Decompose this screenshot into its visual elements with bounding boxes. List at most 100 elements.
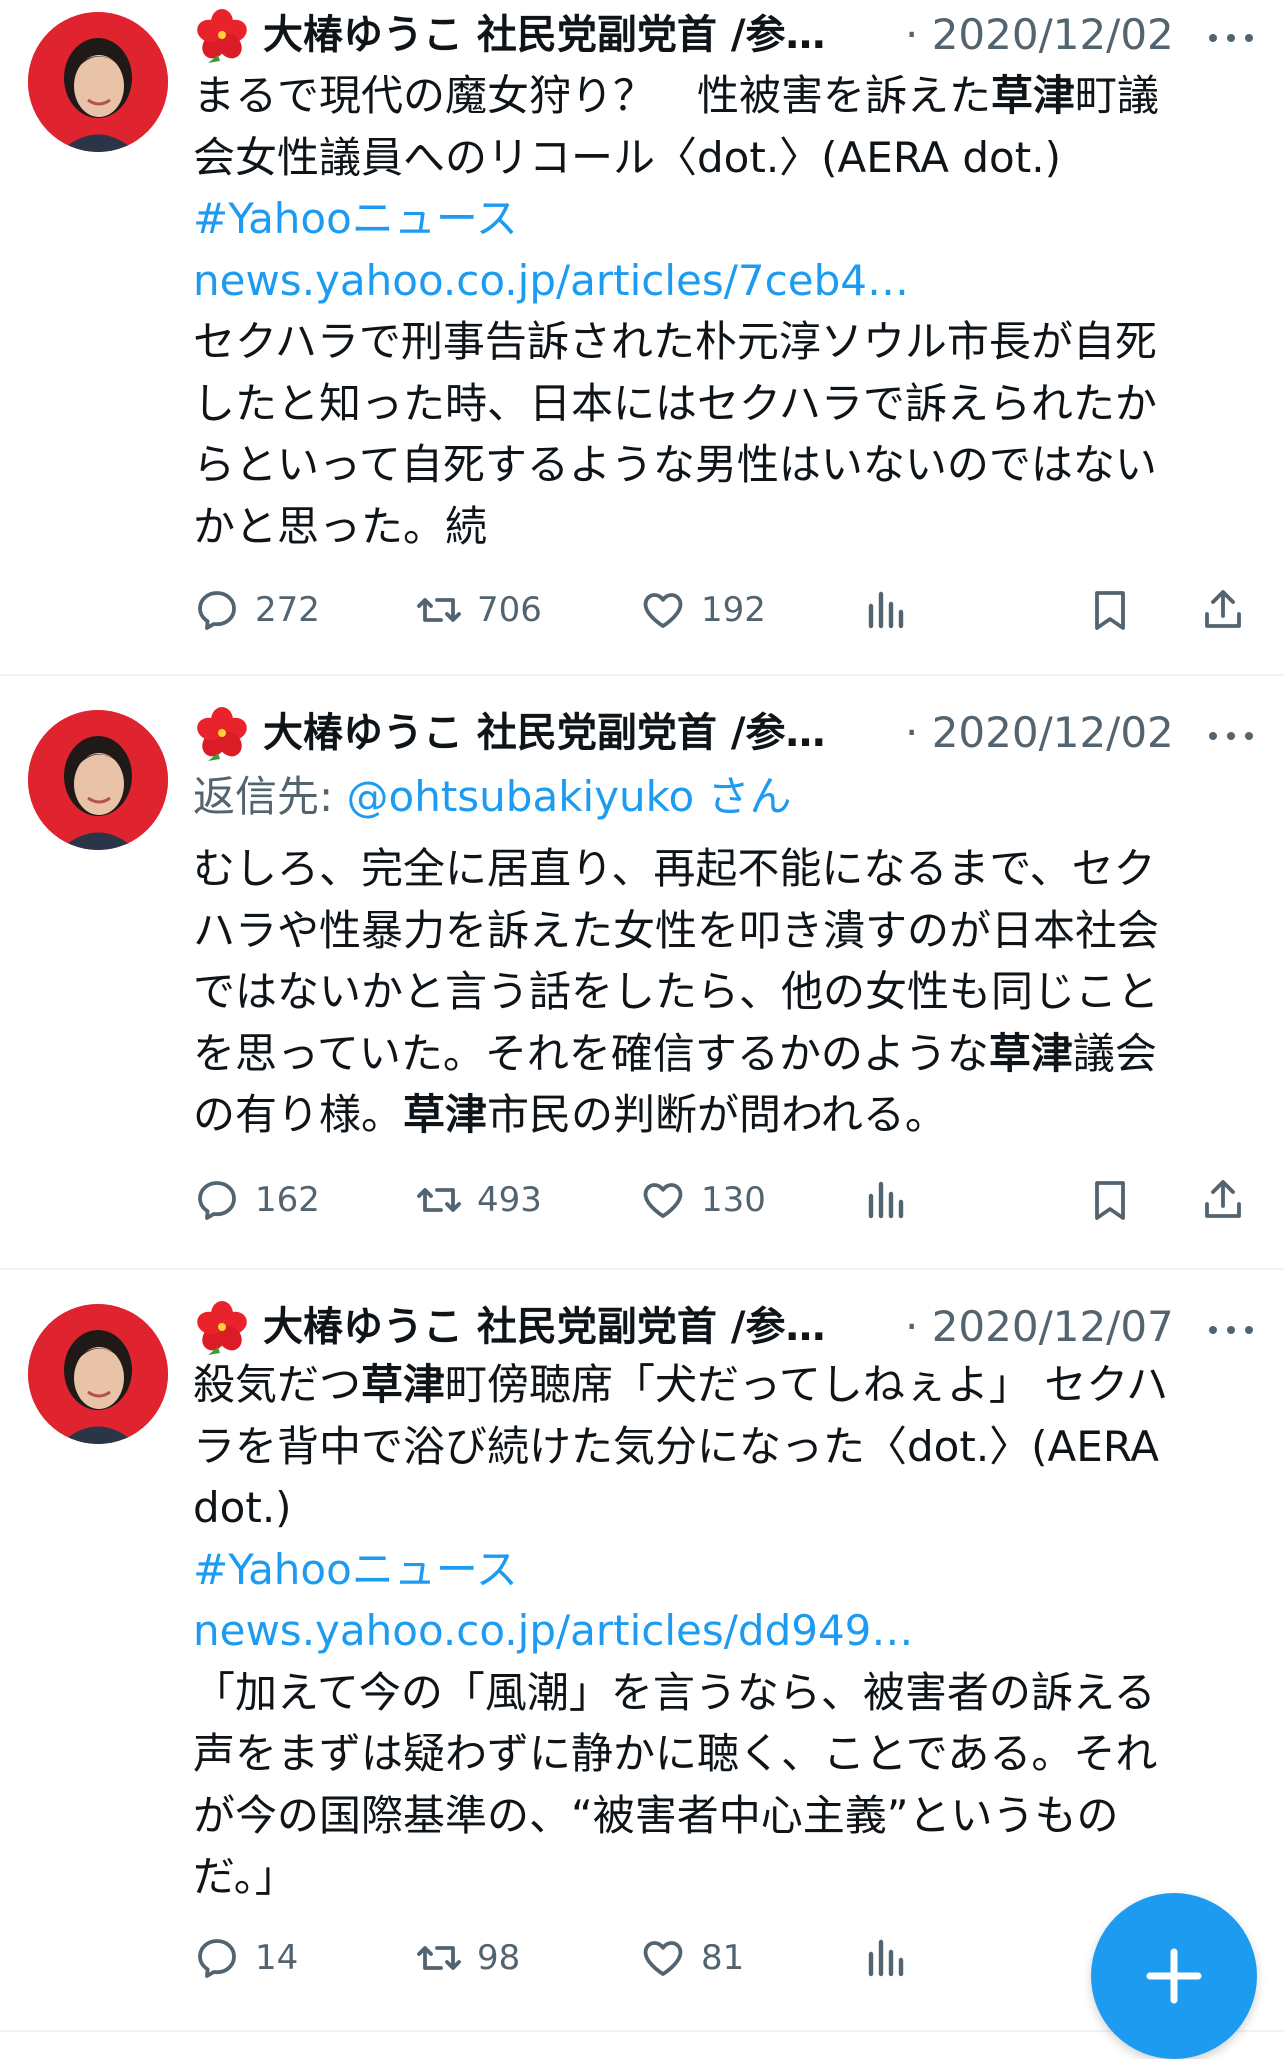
text-line: 会女性議員へのリコール〈dot.〉(AERA dot.) (193, 127, 1253, 189)
like-button[interactable]: 130 (639, 1168, 766, 1232)
views-icon (868, 591, 904, 629)
heart-icon (643, 593, 683, 628)
keyword: 草津 (361, 1360, 446, 1409)
divider (0, 1268, 1284, 1270)
like-count: 81 (701, 1938, 745, 1978)
text-line: の有り様。草津市民の判断が問われる。 (193, 1084, 1253, 1146)
link[interactable]: #Yahooニュース (193, 194, 518, 243)
tweet-header: 大椿ゆうこ 社民党副党首 /参… · 2020/12/02 (193, 704, 1264, 761)
link[interactable]: news.yahoo.co.jp/articles/7ceb4… (193, 256, 909, 305)
text-line: らといって自死するような男性はいないのではない (193, 434, 1253, 496)
text-line: だ。」 (193, 1846, 1253, 1908)
compose-button[interactable] (1091, 1893, 1257, 2059)
tweet[interactable]: 大椿ゆうこ 社民党副党首 /参… · 2020/12/02 まるで現代の魔女狩り… (0, 0, 1284, 674)
keyword: 草津 (403, 1090, 488, 1139)
text-line: news.yahoo.co.jp/articles/7ceb4… (193, 250, 1253, 312)
tweet[interactable]: 大椿ゆうこ 社民党副党首 /参… · 2020/12/02 返信先: @ohts… (0, 698, 1284, 1270)
author-name[interactable]: 大椿ゆうこ 社民党副党首 /参… (263, 1300, 825, 1354)
text-segment: 「加えて今の「風潮」を言うなら、被害者の訴える (193, 1667, 1156, 1717)
text-segment: 会女性議員へのリコール〈dot.〉(AERA dot.) (193, 132, 1061, 182)
more-icon[interactable] (1203, 8, 1263, 62)
text-segment: ハラや性暴力を訴えた女性を叩き潰すのが日本社会 (193, 905, 1160, 955)
share-button[interactable] (1199, 1168, 1247, 1232)
hibiscus-icon (197, 707, 247, 761)
tweet[interactable]: 大椿ゆうこ 社民党副党首 /参… · 2020/12/07 殺気だつ草津町傍聴席… (0, 1292, 1284, 2032)
heart-icon (643, 1941, 683, 1976)
share-icon (1205, 590, 1241, 628)
text-segment: 町議 (1075, 71, 1160, 120)
hibiscus-icon (197, 1301, 247, 1355)
views-button[interactable] (863, 1926, 911, 1990)
like-button[interactable]: 81 (639, 1926, 744, 1990)
retweet-button[interactable]: 98 (415, 1926, 520, 1990)
reply-count: 272 (255, 590, 320, 630)
tweet-date[interactable]: · 2020/12/07 (905, 1300, 1174, 1354)
retweet-icon (417, 1188, 461, 1212)
retweet-button[interactable]: 706 (415, 578, 542, 642)
divider (0, 2030, 1284, 2032)
reply-button[interactable]: 14 (193, 1926, 298, 1990)
views-icon (868, 1939, 904, 1977)
keyword: 草津 (988, 1028, 1073, 1078)
tweet-date[interactable]: · 2020/12/02 (905, 8, 1174, 62)
like-button[interactable]: 192 (639, 578, 766, 642)
author-name[interactable]: 大椿ゆうこ 社民党副党首 /参… (263, 706, 825, 760)
share-icon (1205, 1180, 1241, 1218)
tweet-text: 殺気だつ草津町傍聴席「犬だってしねぇよ」 セクハ ラを背中で浴び続けた気分になった… (193, 1354, 1253, 1908)
text-line: ラを背中で浴び続けた気分になった〈dot.〉(AERA (193, 1416, 1253, 1478)
reply-button[interactable]: 162 (193, 1168, 320, 1232)
text-segment: 殺気だつ (193, 1360, 362, 1409)
divider (0, 674, 1284, 676)
views-button[interactable] (863, 1168, 911, 1232)
tweet-header: 大椿ゆうこ 社民党副党首 /参… · 2020/12/02 (193, 6, 1264, 63)
author-name[interactable]: 大椿ゆうこ 社民党副党首 /参… (263, 8, 825, 62)
link[interactable]: #Yahooニュース (193, 1545, 518, 1594)
avatar[interactable] (28, 1304, 168, 1444)
more-icon[interactable] (1203, 1300, 1263, 1354)
avatar[interactable] (28, 12, 168, 152)
bookmark-icon (1095, 1181, 1125, 1220)
text-line: セクハラで刑事告訴された朴元淳ソウル市長が自死 (193, 311, 1253, 373)
bookmark-button[interactable] (1086, 578, 1134, 642)
views-button[interactable] (863, 578, 911, 642)
hibiscus-icon (197, 9, 247, 63)
reply-icon (198, 1939, 236, 1978)
retweet-icon (417, 1946, 461, 1970)
reply-to-handle[interactable]: @ohtsubakiyuko さん (347, 772, 792, 821)
text-segment: まるで現代の魔女狩り？ 性被害を訴えた (193, 71, 992, 120)
text-line: 殺気だつ草津町傍聴席「犬だってしねぇよ」 セクハ (193, 1354, 1253, 1416)
text-segment: が今の国際基準の、“被害者中心主義”というもの (193, 1790, 1119, 1840)
reply-to-label: 返信先: (193, 772, 347, 821)
heart-icon (643, 1183, 683, 1218)
reply-button[interactable]: 272 (193, 578, 320, 642)
text-segment: 市民の判断が問われる。 (487, 1090, 947, 1139)
text-line: したと知った時、日本にはセクハラで訴えられたか (193, 373, 1253, 435)
text-segment: ではないかと言う話をしたら、他の女性も同じこと (193, 967, 1160, 1016)
text-segment: ラを背中で浴び続けた気分になった〈dot.〉(AERA (193, 1421, 1160, 1471)
avatar[interactable] (28, 710, 168, 850)
text-segment: dot.) (193, 1483, 292, 1532)
tweet-text: まるで現代の魔女狩り？ 性被害を訴えた草津町議 会女性議員へのリコール〈dot.〉… (193, 65, 1253, 557)
link[interactable]: news.yahoo.co.jp/articles/dd949… (193, 1606, 913, 1655)
text-line: dot.) (193, 1477, 1253, 1539)
text-line: かと思った。続 (193, 496, 1253, 558)
bookmark-button[interactable] (1086, 1168, 1134, 1232)
retweet-icon (417, 598, 461, 622)
text-line: ではないかと言う話をしたら、他の女性も同じこと (193, 961, 1253, 1023)
retweet-button[interactable]: 493 (415, 1168, 542, 1232)
text-line: news.yahoo.co.jp/articles/dd949… (193, 1600, 1253, 1662)
text-line: ハラや性暴力を訴えた女性を叩き潰すのが日本社会 (193, 900, 1253, 962)
text-line: まるで現代の魔女狩り？ 性被害を訴えた草津町議 (193, 65, 1253, 127)
retweet-count: 706 (477, 590, 542, 630)
bookmark-icon (1095, 591, 1125, 630)
share-button[interactable] (1199, 578, 1247, 642)
text-segment: したと知った時、日本にはセクハラで訴えられたか (193, 378, 1157, 428)
reply-count: 14 (255, 1938, 299, 1978)
more-icon[interactable] (1203, 706, 1263, 760)
text-segment: 声をまずは疑わずに静かに聴く、ことである。それ (193, 1729, 1158, 1778)
text-segment: を思っていた。それを確信するかのような (193, 1028, 989, 1078)
views-icon (868, 1181, 904, 1219)
tweet-date[interactable]: · 2020/12/02 (905, 706, 1174, 760)
reply-to: 返信先: @ohtsubakiyuko さん (193, 766, 1253, 828)
text-segment: かと思った。続 (193, 501, 488, 551)
